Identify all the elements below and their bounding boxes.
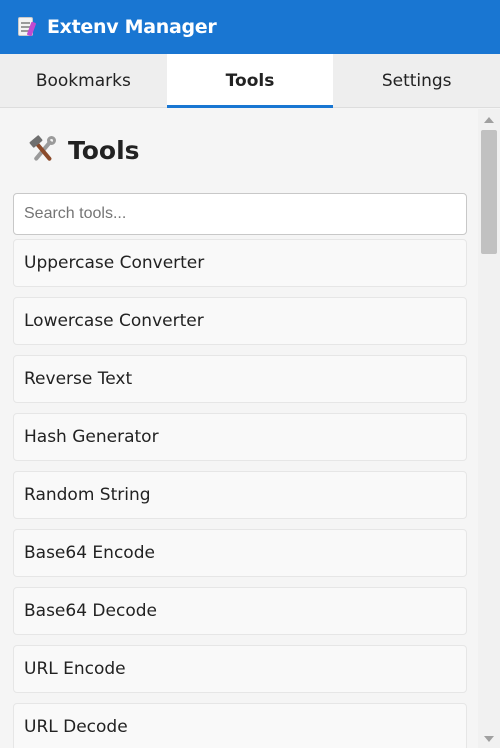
tool-item-base64-encode[interactable]: Base64 Encode [13, 529, 467, 577]
tool-item-uppercase-converter[interactable]: Uppercase Converter [13, 239, 467, 287]
tool-item-url-decode[interactable]: URL Decode [13, 703, 467, 748]
notepad-pencil-icon [17, 16, 38, 38]
tab-tools[interactable]: Tools [166, 54, 334, 108]
tab-settings[interactable]: Settings [333, 54, 500, 107]
scrollbar-thumb[interactable] [481, 130, 497, 254]
page-title-text: Tools [68, 135, 140, 165]
search-input[interactable] [13, 193, 467, 235]
scroll-down-arrow-icon[interactable] [484, 736, 494, 742]
tools-panel: Tools Uppercase Converter Lowercase Conv… [0, 109, 478, 748]
tab-bookmarks[interactable]: Bookmarks [0, 54, 167, 107]
tool-item-hash-generator[interactable]: Hash Generator [13, 413, 467, 461]
scroll-up-arrow-icon[interactable] [484, 117, 494, 123]
tool-item-reverse-text[interactable]: Reverse Text [13, 355, 467, 403]
app-title: Extenv Manager [47, 16, 217, 38]
tool-item-url-encode[interactable]: URL Encode [13, 645, 467, 693]
tool-item-base64-decode[interactable]: Base64 Decode [13, 587, 467, 635]
tab-bar: Bookmarks Tools Settings [0, 54, 500, 108]
page-title: Tools [28, 134, 140, 165]
hammer-wrench-icon [28, 134, 58, 165]
tool-item-random-string[interactable]: Random String [13, 471, 467, 519]
app-header: Extenv Manager [0, 0, 500, 54]
tools-list: Uppercase Converter Lowercase Converter … [13, 239, 467, 748]
vertical-scrollbar[interactable] [478, 109, 500, 748]
tool-item-lowercase-converter[interactable]: Lowercase Converter [13, 297, 467, 345]
